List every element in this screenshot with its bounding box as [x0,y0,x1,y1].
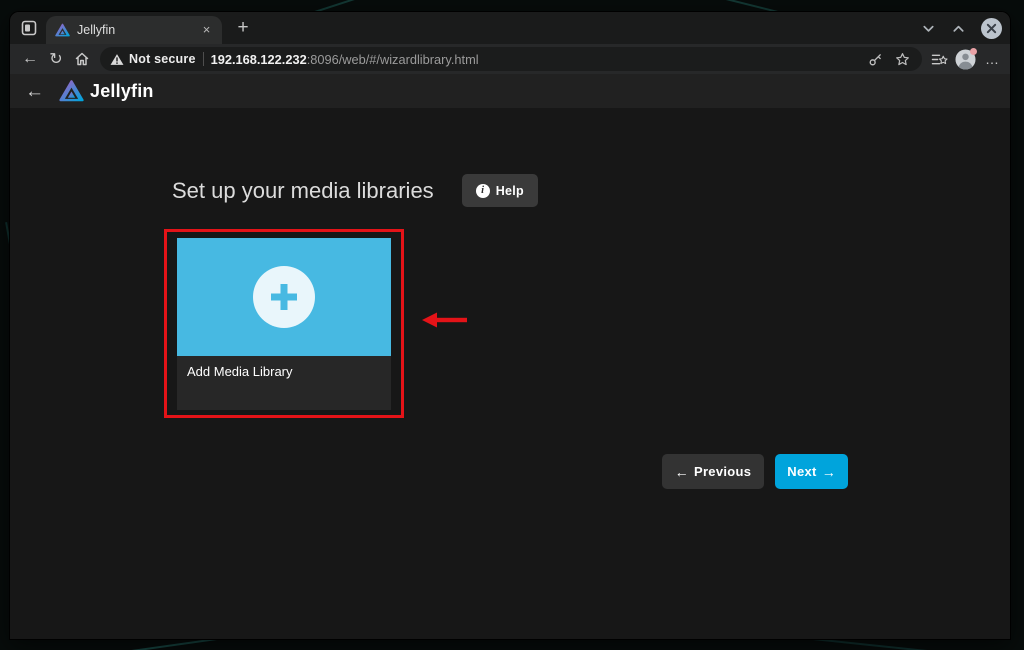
tab-overview-icon[interactable] [17,16,41,40]
help-button[interactable]: i Help [461,174,538,207]
help-button-label: Help [495,183,524,198]
previous-button-label: Previous [693,464,752,479]
url-host: 192.168.122.232 [210,51,307,67]
browser-tab-jellyfin[interactable]: Jellyfin × [46,16,222,44]
tab-strip: Jellyfin × + [10,12,1010,44]
page-title: Set up your media libraries [172,177,434,203]
browser-menu-icon[interactable]: … [982,51,1003,67]
previous-button[interactable]: ← Previous [661,454,765,489]
next-button[interactable]: Next → [775,454,848,489]
window-maximize-icon[interactable] [945,15,971,41]
window-minimize-icon[interactable] [915,15,941,41]
not-secure-label: Not secure [129,52,196,66]
omnibox-separator [202,52,204,66]
previous-arrow-icon: ← [674,463,689,480]
toolbar-right: … [929,47,1003,70]
library-cards-area: Add Media Library [164,229,848,427]
tab-close-icon[interactable]: × [198,22,215,39]
card-footer: Add Media Library [177,356,391,410]
next-arrow-icon: → [821,463,836,480]
jellyfin-brand: Jellyfin [59,79,154,104]
add-media-library-card[interactable]: Add Media Library [177,238,391,410]
jellyfin-favicon [55,23,70,36]
card-label: Add Media Library [187,364,293,379]
site-security-chip[interactable]: Not secure [110,52,196,66]
plus-circle [253,266,315,328]
new-tab-icon[interactable]: + [230,15,256,41]
browser-toolbar: ← ↻ Not secure 192.168.122.232:8096/web/… [10,44,1010,74]
url-path: :8096/web/#/wizardlibrary.html [306,51,479,67]
wizard-page: Set up your media libraries i Help Add M… [10,108,1010,639]
password-key-icon[interactable] [865,49,885,69]
plus-icon [271,284,297,310]
info-icon: i [475,183,490,198]
browser-back-icon[interactable]: ← [17,46,43,72]
warning-icon [110,53,124,65]
annotation-arrow-icon [422,312,467,328]
bookmark-star-icon[interactable] [892,49,912,69]
next-button-label: Next [787,464,817,479]
window-close-icon[interactable] [981,17,1002,39]
tab-title: Jellyfin [77,23,116,37]
app-back-icon[interactable]: ← [25,82,44,101]
jellyfin-app: ← Jellyfin Set up your media libraries i… [10,74,1010,639]
app-title: Jellyfin [90,80,154,101]
wizard-nav-buttons: ← Previous Next → [172,454,848,489]
browser-profile-avatar[interactable] [955,47,977,70]
app-header: ← Jellyfin [10,74,1010,108]
tab-overview-icon [21,20,37,36]
annotation-red-rectangle: Add Media Library [164,229,404,418]
browser-window: Jellyfin × + ← ↻ Not secure 192.168.122.… [10,12,1010,639]
browser-home-icon[interactable] [69,46,95,72]
profile-status-dot [970,47,977,55]
side-panel-icon[interactable] [929,49,949,69]
address-bar[interactable]: Not secure 192.168.122.232:8096/web/#/wi… [100,47,922,71]
browser-reload-icon[interactable]: ↻ [43,46,69,72]
title-row: Set up your media libraries i Help [172,174,848,207]
url-text: 192.168.122.232:8096/web/#/wizardlibrary… [211,52,858,67]
add-library-card-image [177,238,391,356]
jellyfin-logo-icon [59,79,84,101]
wizard-container: Set up your media libraries i Help Add M… [164,174,848,489]
